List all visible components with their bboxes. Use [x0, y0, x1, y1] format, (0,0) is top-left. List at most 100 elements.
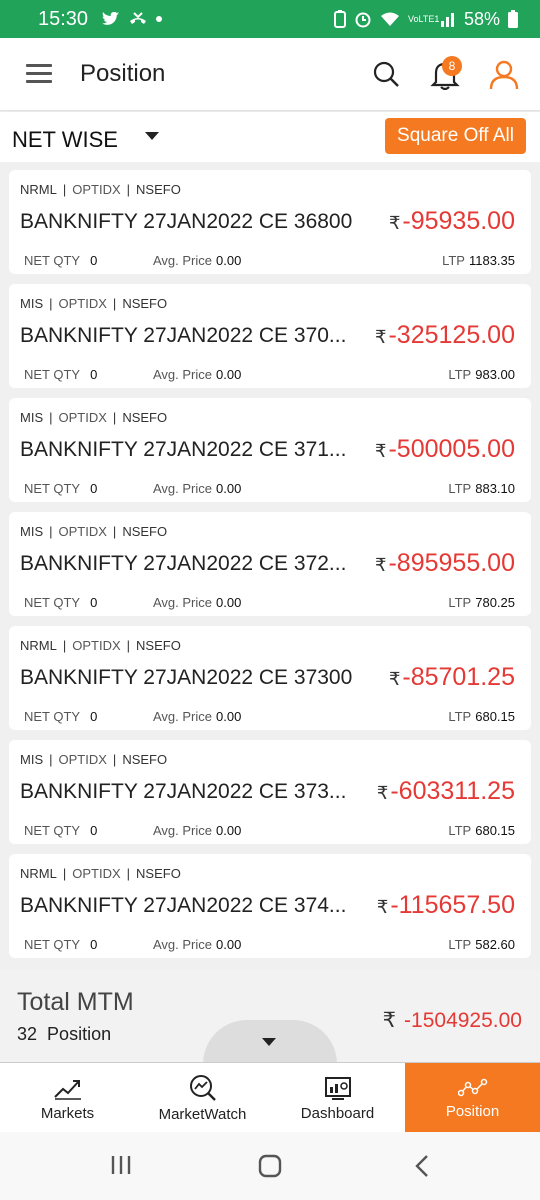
back-icon[interactable]: [414, 1154, 430, 1178]
avg-price-label: Avg. Price: [153, 595, 213, 610]
tag-separator: |: [49, 752, 53, 767]
recent-apps-icon[interactable]: [110, 1154, 132, 1176]
position-card[interactable]: MIS | OPTIDX | NSEFO BANKNIFTY 27JAN2022 CE 3…: [9, 398, 531, 502]
exchange: NSEFO: [136, 866, 181, 881]
total-mtm-label: Total MTM: [17, 988, 134, 1016]
net-qty-label: NET QTY: [24, 253, 81, 268]
dropdown-arrow-icon[interactable]: [145, 132, 159, 140]
segment: OPTIDX: [72, 866, 121, 881]
product-type: MIS: [20, 752, 44, 767]
avg-price-label: Avg. Price: [153, 709, 213, 724]
segment: OPTIDX: [58, 410, 107, 425]
net-qty: NET QTY 0: [24, 937, 97, 952]
alarm-icon: [355, 12, 371, 28]
net-qty-value: 0: [90, 937, 98, 952]
position-card[interactable]: MIS | OPTIDX | NSEFO BANKNIFTY 27JAN2022 CE 3…: [9, 740, 531, 844]
avg-price: Avg. Price 0.00: [153, 937, 241, 952]
tag-separator: |: [49, 524, 53, 539]
net-qty: NET QTY 0: [24, 367, 97, 382]
net-qty: NET QTY 0: [24, 481, 97, 496]
nav-marketwatch[interactable]: MarketWatch: [135, 1063, 270, 1133]
filter-bar: NET WISE Square Off All: [0, 112, 540, 162]
rupee-icon: ₹: [376, 897, 389, 917]
tag-separator: |: [126, 866, 131, 881]
avg-price-value: 0.00: [216, 253, 242, 268]
chevron-down-icon[interactable]: [262, 1038, 276, 1046]
avg-price: Avg. Price 0.00: [153, 481, 241, 496]
position-card[interactable]: NRML | OPTIDX | NSEFO BANKNIFTY 27JAN2022 CE …: [9, 170, 531, 274]
ltp-label: LTP: [448, 367, 472, 382]
product-type: NRML: [20, 866, 57, 881]
ltp-label: LTP: [448, 595, 472, 610]
volte-label: VoLTE1: [407, 13, 440, 24]
segment: OPTIDX: [58, 752, 107, 767]
avg-price-value: 0.00: [216, 367, 242, 382]
rupee-icon: ₹: [388, 669, 401, 689]
avg-price-value: 0.00: [216, 481, 242, 496]
net-qty-value: 0: [90, 367, 98, 382]
avg-price-value: 0.00: [216, 937, 242, 952]
ltp: LTP 582.60: [448, 937, 515, 952]
net-qty-label: NET QTY: [24, 481, 81, 496]
nav-dashboard[interactable]: Dashboard: [270, 1063, 405, 1133]
rupee-icon: ₹: [376, 783, 389, 803]
net-qty: NET QTY 0: [24, 253, 97, 268]
battery-percent: 58%: [463, 8, 500, 29]
avg-price-value: 0.00: [216, 595, 242, 610]
status-left-icons: [102, 11, 163, 27]
position-tags: NRML | OPTIDX | NSEFO: [20, 638, 181, 653]
position-tags: NRML | OPTIDX | NSEFO: [20, 866, 181, 881]
instrument-name: BANKNIFTY 27JAN2022 CE 370...: [20, 324, 347, 347]
product-type: MIS: [20, 410, 44, 425]
hamburger-menu-icon[interactable]: [26, 64, 52, 84]
ltp-value: 983.00: [475, 367, 515, 382]
nav-position[interactable]: Position: [405, 1063, 540, 1133]
user-icon[interactable]: [488, 58, 520, 90]
product-type: MIS: [20, 296, 44, 311]
system-navigation-bar: [0, 1132, 540, 1200]
rupee-icon: ₹: [375, 327, 387, 347]
home-icon[interactable]: [258, 1154, 282, 1178]
exchange: NSEFO: [122, 752, 168, 767]
notification-badge: 8: [442, 56, 462, 76]
nav-markets[interactable]: Markets: [0, 1063, 135, 1133]
avg-price-label: Avg. Price: [153, 253, 213, 268]
total-mtm-amount: -1504925.00: [404, 1009, 522, 1032]
exchange: NSEFO: [136, 182, 181, 197]
wifi-icon: [380, 12, 399, 26]
position-pnl: ₹ -325125.00: [375, 321, 515, 350]
position-card[interactable]: MIS | OPTIDX | NSEFO BANKNIFTY 27JAN2022 CE 3…: [9, 284, 531, 388]
position-count: 32 Position: [17, 1024, 111, 1045]
net-wise-dropdown[interactable]: NET WISE: [12, 127, 118, 153]
tag-separator: |: [49, 296, 53, 311]
position-tags: MIS | OPTIDX | NSEFO: [20, 296, 167, 311]
position-card[interactable]: MIS | OPTIDX | NSEFO BANKNIFTY 27JAN2022 CE 3…: [9, 512, 531, 616]
pnl-value: -325125.00: [388, 321, 515, 349]
segment: OPTIDX: [72, 638, 121, 653]
collapse-toggle[interactable]: [203, 1020, 337, 1064]
position-card[interactable]: NRML | OPTIDX | NSEFO BANKNIFTY 27JAN2022 CE …: [9, 854, 531, 958]
ltp: LTP 983.00: [448, 367, 515, 382]
net-qty-label: NET QTY: [24, 823, 81, 838]
position-icon: [457, 1078, 487, 1096]
pnl-value: -95935.00: [402, 207, 515, 235]
tag-separator: |: [49, 410, 53, 425]
avg-price-label: Avg. Price: [153, 481, 213, 496]
square-off-all-button[interactable]: Square Off All: [385, 118, 526, 154]
segment: OPTIDX: [72, 182, 121, 197]
position-count-number: 32: [17, 1024, 38, 1044]
search-icon[interactable]: [372, 60, 400, 88]
net-qty-label: NET QTY: [24, 367, 81, 382]
net-qty-value: 0: [90, 823, 98, 838]
ltp-value: 680.15: [475, 823, 515, 838]
status-right-icons: VoLTE1 58%: [333, 8, 518, 30]
position-card[interactable]: NRML | OPTIDX | NSEFO BANKNIFTY 27JAN2022 CE …: [9, 626, 531, 730]
segment: OPTIDX: [58, 296, 107, 311]
ltp-label: LTP: [448, 709, 472, 724]
avg-price: Avg. Price 0.00: [153, 253, 241, 268]
ltp-label: LTP: [448, 481, 472, 496]
tag-separator: |: [126, 182, 131, 197]
position-pnl: ₹ -85701.25: [389, 663, 515, 692]
dashboard-icon: [324, 1076, 351, 1100]
avg-price-value: 0.00: [216, 709, 242, 724]
